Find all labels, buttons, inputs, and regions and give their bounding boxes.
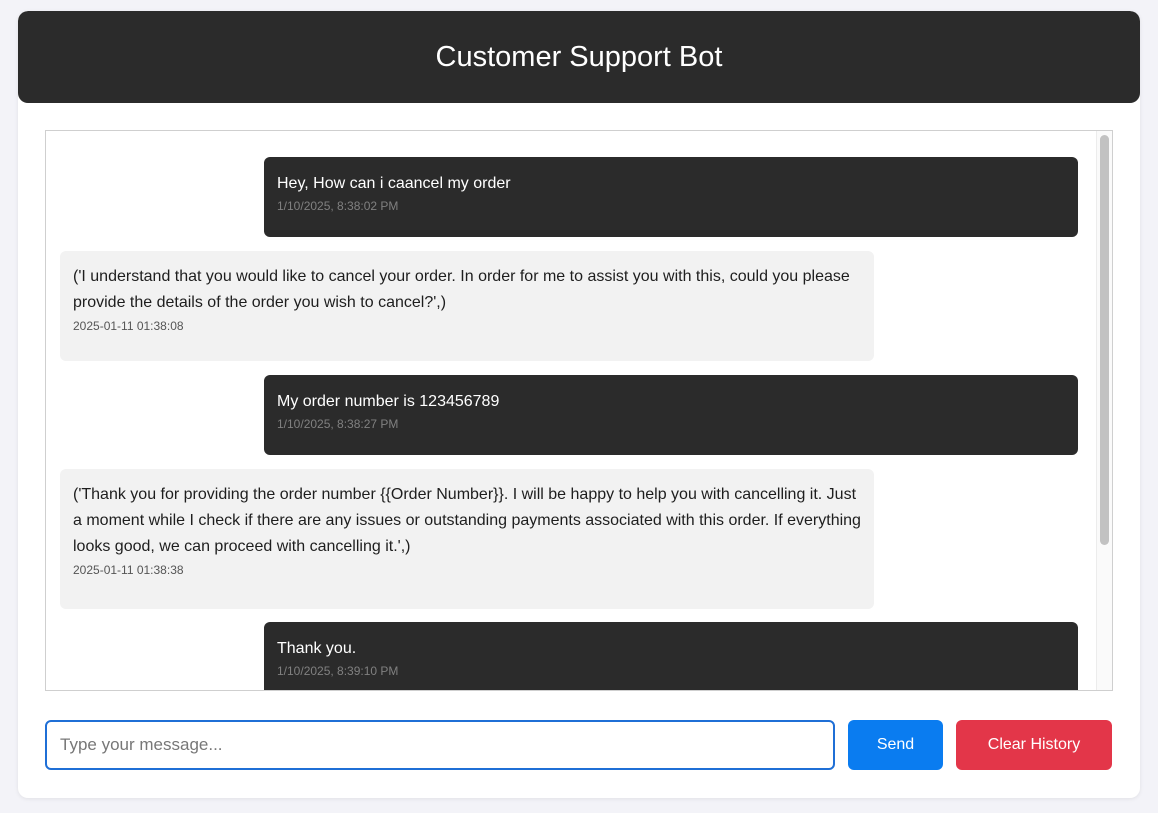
message-list: Hey, How can i caancel my order 1/10/202… (46, 131, 1096, 690)
header: Customer Support Bot (18, 11, 1140, 103)
message-text: Hey, How can i caancel my order (277, 175, 511, 192)
send-button[interactable]: Send (848, 720, 943, 770)
chat-app: Customer Support Bot Hey, How can i caan… (18, 11, 1140, 798)
chat-history[interactable]: Hey, How can i caancel my order 1/10/202… (45, 130, 1113, 691)
clear-history-button[interactable]: Clear History (956, 720, 1112, 770)
chat-scrollbar[interactable] (1096, 131, 1112, 690)
message-timestamp: 2025-01-11 01:38:08 (73, 319, 184, 333)
scrollbar-thumb[interactable] (1100, 135, 1109, 545)
message-timestamp: 1/10/2025, 8:38:02 PM (277, 199, 399, 213)
message-timestamp: 1/10/2025, 8:39:10 PM (277, 664, 399, 678)
message-text: My order number is 123456789 (277, 393, 500, 410)
message-composer: Send Clear History (45, 720, 1113, 770)
user-message: My order number is 123456789 1/10/2025, … (264, 375, 1078, 455)
message-timestamp: 2025-01-11 01:38:38 (73, 563, 184, 577)
user-message: Hey, How can i caancel my order 1/10/202… (264, 157, 1078, 237)
message-input[interactable] (45, 720, 835, 770)
bot-message: ('I understand that you would like to ca… (60, 251, 874, 361)
message-text: Thank you. (277, 640, 357, 657)
message-text: ('Thank you for providing the order numb… (73, 486, 861, 555)
message-text: ('I understand that you would like to ca… (73, 268, 850, 311)
bot-message: ('Thank you for providing the order numb… (60, 469, 874, 609)
message-timestamp: 1/10/2025, 8:38:27 PM (277, 417, 399, 431)
user-message: Thank you. 1/10/2025, 8:39:10 PM (264, 622, 1078, 690)
page-title: Customer Support Bot (435, 40, 723, 73)
